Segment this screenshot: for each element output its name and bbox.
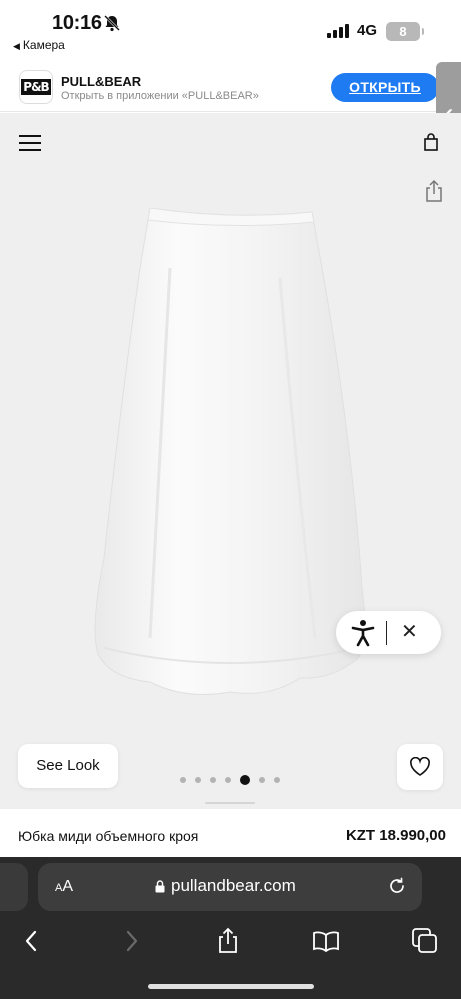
app-logo-text: P&B: [21, 79, 51, 95]
gallery-dot[interactable]: [259, 777, 265, 783]
accessibility-icon[interactable]: [350, 619, 376, 647]
previous-tab-preview[interactable]: [0, 863, 28, 911]
forward-arrow-icon[interactable]: [117, 927, 145, 955]
gallery-dot[interactable]: [180, 777, 186, 783]
gallery-dot[interactable]: [210, 777, 216, 783]
accessibility-widget[interactable]: ✕: [336, 611, 441, 654]
favorite-button[interactable]: [397, 744, 443, 790]
smart-app-banner: P&B PULL&BEAR Открыть в приложении «PULL…: [0, 56, 461, 112]
gallery-dot[interactable]: [195, 777, 201, 783]
reload-icon[interactable]: [387, 876, 407, 896]
product-info-sheet[interactable]: Юбка миди объемного кроя KZT 18.990,00: [0, 809, 461, 857]
app-subtitle: Открыть в приложении «PULL&BEAR»: [61, 90, 259, 102]
hamburger-menu-icon[interactable]: [19, 135, 41, 151]
product-gallery[interactable]: ✕ See Look: [0, 113, 461, 809]
see-look-button[interactable]: See Look: [18, 744, 118, 788]
app-name: PULL&BEAR: [61, 74, 142, 89]
product-price: KZT 18.990,00: [345, 827, 446, 844]
home-indicator: [148, 984, 314, 989]
gallery-dot[interactable]: [274, 777, 280, 783]
network-type: 4G: [357, 22, 378, 39]
browser-toolbar: AA pullandbear.com: [0, 857, 461, 999]
address-bar[interactable]: AA pullandbear.com: [38, 863, 422, 911]
share-icon[interactable]: [214, 927, 242, 955]
back-to-app-link[interactable]: ◀ Камера: [13, 38, 65, 52]
shopping-bag-icon[interactable]: [424, 133, 438, 151]
open-app-button[interactable]: ОТКРЫТЬ: [331, 73, 439, 102]
gallery-dot-active[interactable]: [240, 775, 250, 785]
back-arrow-icon[interactable]: [18, 927, 46, 955]
text-size-button[interactable]: AA: [55, 878, 73, 896]
url-domain: pullandbear.com: [171, 876, 296, 895]
status-bar: 10:16 ◀ Камера 4G 8: [0, 0, 461, 56]
gallery-dot[interactable]: [225, 777, 231, 783]
product-name: Юбка миди объемного кроя: [18, 828, 199, 844]
battery-indicator: 8: [386, 22, 424, 41]
product-image: [94, 208, 366, 695]
tabs-icon[interactable]: [411, 927, 439, 955]
back-app-label: Камера: [22, 38, 65, 52]
close-icon[interactable]: ✕: [401, 619, 418, 644]
app-logo: P&B: [20, 71, 52, 103]
lock-icon: [155, 880, 165, 893]
share-icon[interactable]: [423, 179, 445, 203]
browser-nav-row: [0, 927, 461, 967]
heart-icon: [410, 757, 430, 776]
divider: [386, 621, 387, 645]
sheet-drag-handle[interactable]: [205, 802, 255, 804]
bookmarks-icon[interactable]: [312, 927, 340, 955]
clock: 10:16: [52, 12, 102, 34]
gallery-pagination: [180, 775, 280, 785]
cellular-signal-icon: [327, 24, 349, 38]
muted-bell-icon: [104, 15, 120, 32]
